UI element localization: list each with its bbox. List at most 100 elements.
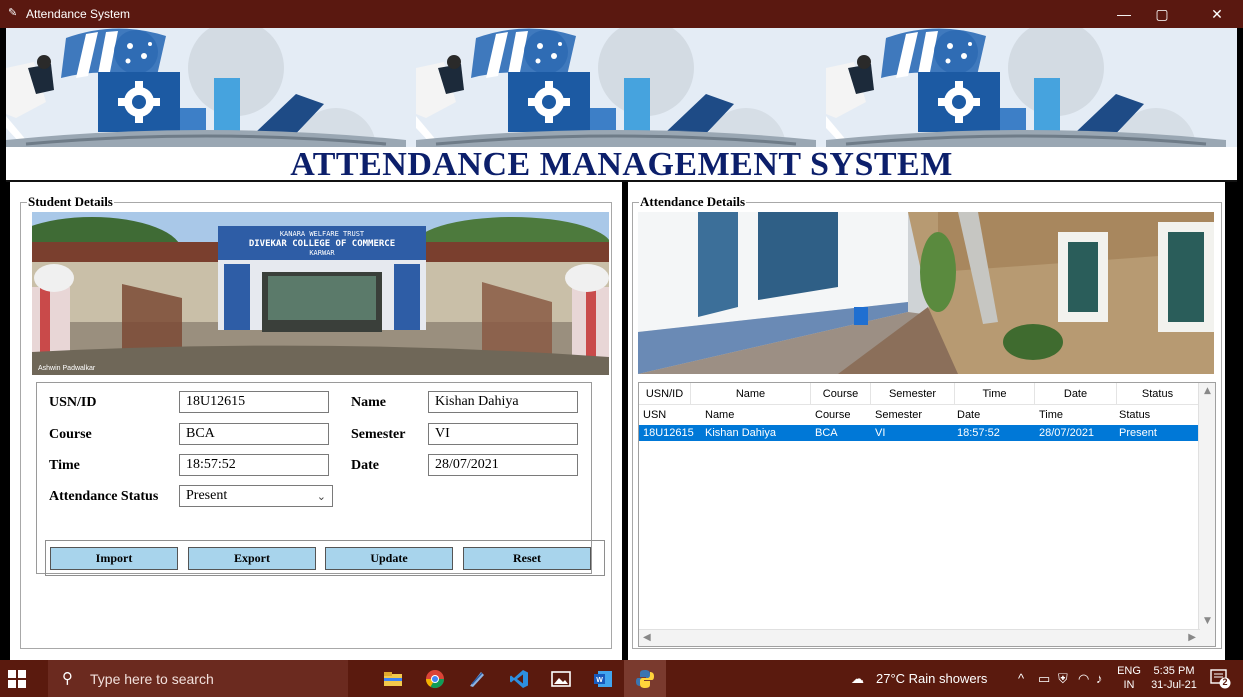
student-details-label: Student Details <box>27 194 114 210</box>
weather-text[interactable]: 27°C Rain showers <box>876 660 987 697</box>
attendance-status-select[interactable]: Present ⌄ <box>179 485 333 507</box>
attendance-status-label: Attendance Status <box>49 489 159 504</box>
wifi-icon[interactable]: ◠ <box>1078 660 1089 697</box>
file-explorer-app[interactable] <box>372 660 414 697</box>
scroll-right-icon[interactable]: ▶ <box>1188 632 1196 643</box>
sign-line-1: KANARA WELFARE TRUST <box>280 230 365 238</box>
idle-app[interactable] <box>456 660 498 697</box>
cell-date: 28/07/2021 <box>1039 427 1095 439</box>
sign-line-2: DIVEKAR COLLEGE OF COMMERCE <box>249 239 395 249</box>
battery-icon[interactable]: ▭ <box>1038 660 1050 697</box>
scroll-up-icon[interactable]: ▲ <box>1199 386 1215 396</box>
search-icon: ⚲ <box>62 669 73 687</box>
clock-date[interactable]: 31-Jul-21 <box>1148 679 1200 692</box>
window-titlebar: ✎ Attendance System — ▢ ✕ <box>0 0 1243 28</box>
attendance-app-taskbar[interactable] <box>624 660 666 697</box>
close-button[interactable]: ✕ <box>1198 0 1236 28</box>
import-button[interactable]: Import <box>50 547 178 570</box>
language-top[interactable]: ENG <box>1116 665 1142 678</box>
language-bottom[interactable]: IN <box>1116 679 1142 692</box>
course-label: Course <box>49 427 92 442</box>
column-header[interactable]: Time <box>955 383 1035 405</box>
table-row[interactable]: USN Name Course Semester Date Time Statu… <box>639 407 1199 423</box>
word-icon: W <box>594 671 612 687</box>
cell-course: BCA <box>815 427 838 439</box>
name-label: Name <box>351 395 386 410</box>
usn-input[interactable]: 18U12615 <box>179 391 329 413</box>
taskbar-search[interactable]: ⚲ Type here to search <box>48 660 348 697</box>
export-button[interactable]: Export <box>188 547 316 570</box>
vscode-app[interactable] <box>498 660 540 697</box>
button-bar: Import Export Update Reset <box>45 540 605 576</box>
column-header[interactable]: Course <box>811 383 871 405</box>
scroll-left-icon[interactable]: ◀ <box>643 632 651 643</box>
volume-icon[interactable]: ♪ <box>1096 660 1103 697</box>
notifications-button[interactable]: 2 <box>1210 669 1232 689</box>
security-icon[interactable]: ⛨ <box>1058 660 1068 697</box>
search-placeholder: Type here to search <box>90 671 214 687</box>
column-header[interactable]: Date <box>1035 383 1117 405</box>
photos-app[interactable] <box>540 660 582 697</box>
python-icon <box>636 670 654 688</box>
cell-name: Name <box>705 409 735 421</box>
cell-course: Course <box>815 409 851 421</box>
student-form: USN/ID 18U12615 Name Kishan Dahiya Cours… <box>36 382 605 576</box>
column-header[interactable]: Name <box>691 383 811 405</box>
windows-start-button[interactable] <box>8 670 26 688</box>
cell-col5: Date <box>957 409 981 421</box>
time-input[interactable]: 18:57:52 <box>179 454 329 476</box>
cell-semester: VI <box>875 427 886 439</box>
chrome-app[interactable] <box>414 660 456 697</box>
attendance-status-value: Present <box>186 488 228 503</box>
student-details-panel: Student Details KANARA WELFARE TRUST DIV… <box>10 182 622 660</box>
cell-status: Status <box>1119 409 1151 421</box>
attendance-details-label: Attendance Details <box>639 194 747 210</box>
weather-icon[interactable]: ☁ <box>851 660 875 697</box>
update-button[interactable]: Update <box>325 547 453 570</box>
vertical-scrollbar[interactable]: ▲ ▼ <box>1198 383 1215 646</box>
sign-line-3: KARWAR <box>309 249 335 257</box>
course-input[interactable]: BCA <box>179 423 329 445</box>
cell-col6: Time <box>1039 409 1064 421</box>
column-header[interactable]: USN/ID <box>639 383 691 405</box>
tray-chevron-icon[interactable]: ^ <box>1018 660 1024 697</box>
semester-label: Semester <box>351 427 406 442</box>
feather-icon: ✎ <box>8 7 18 19</box>
scroll-down-icon[interactable]: ▼ <box>1199 616 1215 626</box>
cell-usn: USN <box>643 409 667 421</box>
time-label: Time <box>49 458 80 473</box>
table-row-selected[interactable]: 18U12615 Kishan Dahiya BCA VI 18:57:52 2… <box>639 425 1199 441</box>
feather-app-icon <box>470 672 484 687</box>
corridor-photo <box>638 212 1214 374</box>
chrome-icon <box>426 670 444 689</box>
column-header[interactable]: Semester <box>871 383 955 405</box>
minimize-button[interactable]: — <box>1105 0 1143 28</box>
window-title: Attendance System <box>26 7 131 21</box>
column-header[interactable]: Status <box>1117 383 1199 405</box>
photos-icon <box>551 671 571 687</box>
attendance-details-panel: Attendance Details USN/ID Name Course Se… <box>628 182 1225 660</box>
chevron-down-icon: ⌄ <box>316 490 326 503</box>
attendance-table[interactable]: USN/ID Name Course Semester Time Date St… <box>638 382 1216 647</box>
cell-name: Kishan Dahiya <box>705 427 776 439</box>
date-label: Date <box>351 458 379 473</box>
photo-credit: Ashwin Padwalkar <box>38 365 96 372</box>
cell-usn: 18U12615 <box>643 427 694 439</box>
folder-icon <box>384 672 402 686</box>
semester-input[interactable]: VI <box>428 423 578 445</box>
windows-taskbar: ⚲ Type here to search W ☁ 27°C Rain show… <box>0 660 1243 697</box>
horizontal-scrollbar[interactable]: ◀ ▶ <box>639 629 1200 646</box>
word-app[interactable]: W <box>582 660 624 697</box>
heading-bar: ATTENDANCE MANAGEMENT SYSTEM <box>6 147 1237 183</box>
notification-count: 2 <box>1222 677 1228 687</box>
name-input[interactable]: Kishan Dahiya <box>428 391 578 413</box>
cell-status: Present <box>1119 427 1157 439</box>
usn-label: USN/ID <box>49 395 97 410</box>
maximize-button[interactable]: ▢ <box>1143 0 1181 28</box>
banner-illustration <box>6 28 1237 147</box>
cell-semester: Semester <box>875 409 923 421</box>
reset-button[interactable]: Reset <box>463 547 591 570</box>
table-header: USN/ID Name Course Semester Time Date St… <box>639 383 1199 405</box>
clock-time[interactable]: 5:35 PM <box>1148 665 1200 678</box>
date-input[interactable]: 28/07/2021 <box>428 454 578 476</box>
